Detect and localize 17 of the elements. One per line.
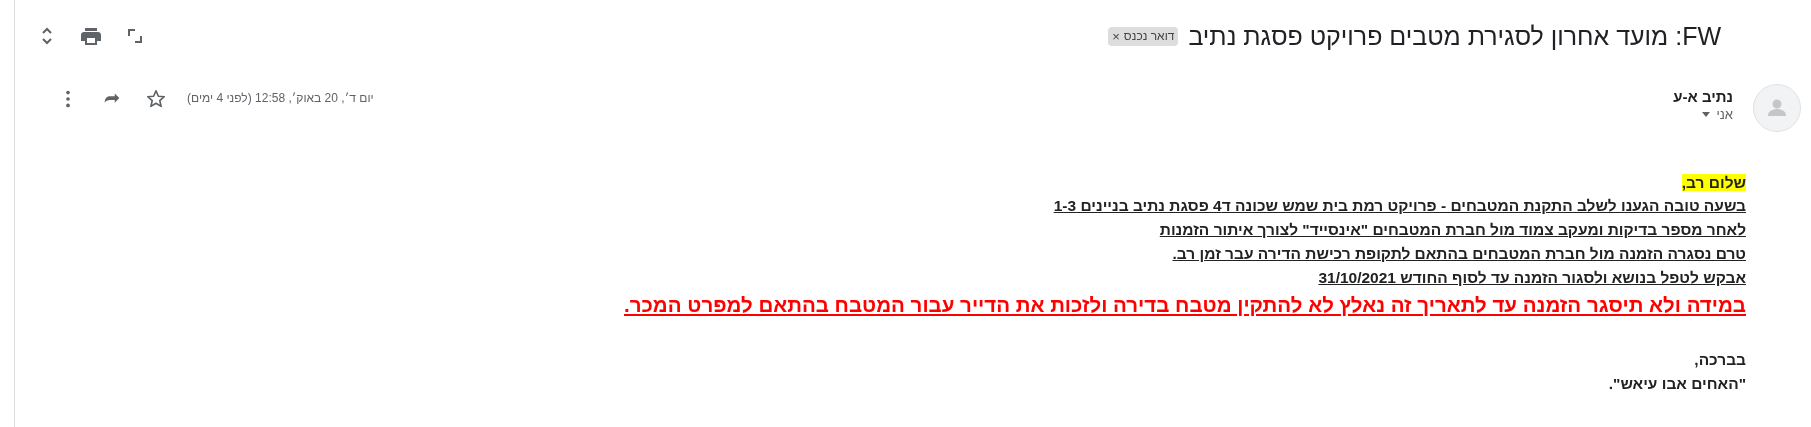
body-text: לאחר מספר בדיקות ומעקב צמוד מול חברת המטבחים "אינסייד" לצורך איתור הזמנות [1159,220,1746,240]
caret-icon[interactable] [1702,112,1711,117]
greeting-text: שלום רב, [1681,174,1746,191]
sender-name: נתיב א-ע [1673,88,1733,105]
email-date: יום ד׳, 20 באוק׳, 12:58 (לפני 4 ימים) [187,90,374,105]
signature-text: בברכה, [1694,350,1746,370]
remove-label-button[interactable]: × [1112,28,1120,44]
recipient-dropdown[interactable]: אני [1673,107,1733,122]
body-text: טרם נסגרה הזמנה מול חברת המטבחים בהתאם לתקופת רכישת הדירה עבר זמן רב. [1172,244,1746,264]
star-icon[interactable] [145,88,167,110]
body-text: אבקש לטפל בנושא ולסגור הזמנה עד לסוף החודש 31/10/2021 [1318,268,1746,288]
inbox-label[interactable]: דואר נכנס × [1108,26,1179,46]
warning-text: במידה ולא תיסגר הזמנה עד לתאריך זה נאלץ לא להתקין מטבח בדירה ולזכות את הדייר עבור המטבח בהתאם למפרט המכר. [624,292,1746,318]
email-subject: FW: מועד אחרון לסגירת מטבים פרויקט פסגת נתיב [1188,21,1721,51]
signature-text: "האחים אבו עיאש". [1608,374,1746,394]
body-text: בשעה טובה הגענו לשלב התקנת המטבחים - פרויקט רמת בית שמש שכונה ד4 פסגת נתיב בניינים 1-3 [1053,196,1746,216]
avatar-icon [1753,84,1801,132]
